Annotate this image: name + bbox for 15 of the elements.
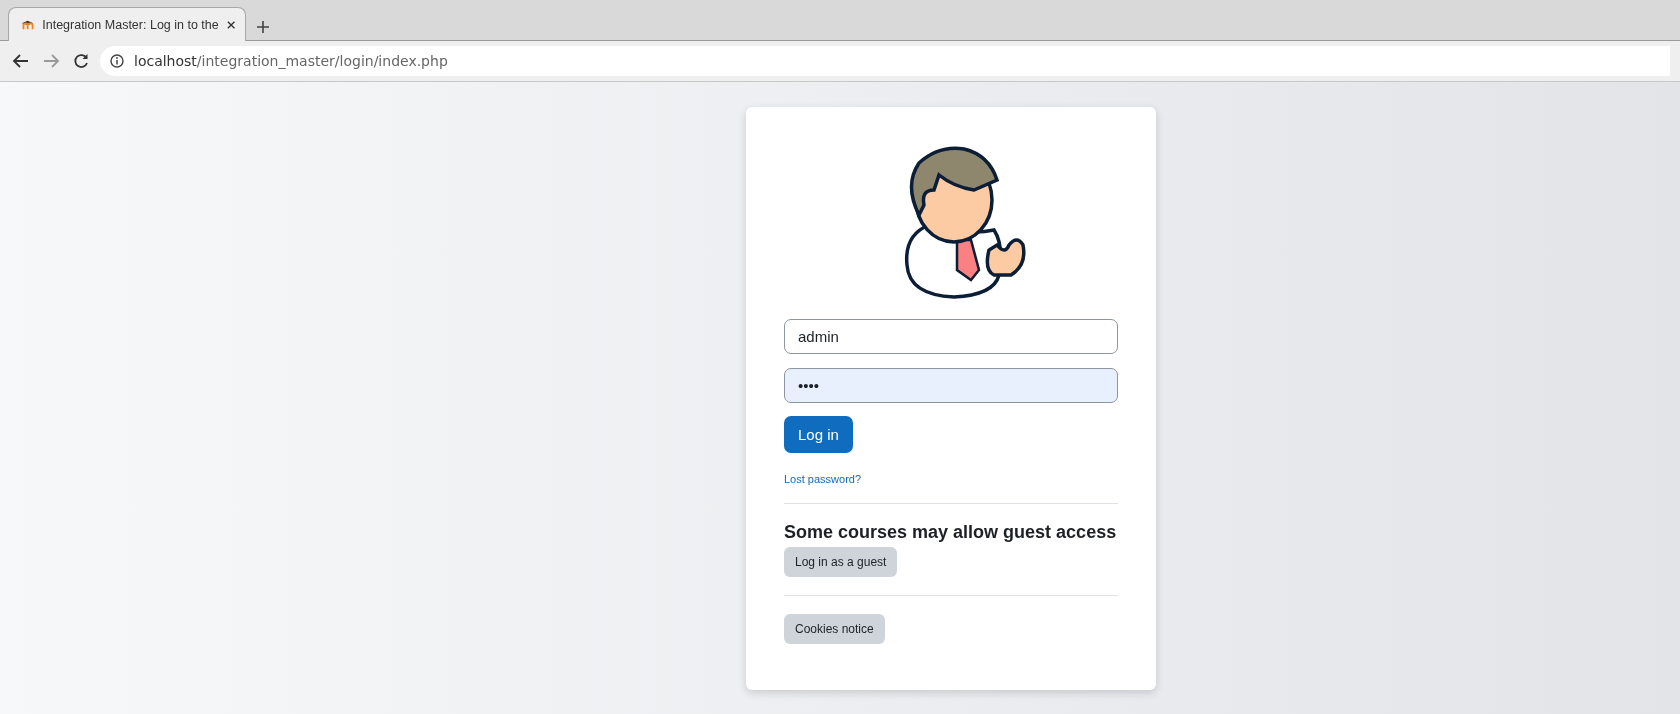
info-icon bbox=[110, 54, 124, 68]
tab-title: Integration Master: Log in to the bbox=[42, 17, 219, 32]
new-tab-button[interactable] bbox=[256, 20, 270, 34]
browser-tab[interactable]: Integration Master: Log in to the bbox=[8, 7, 246, 41]
close-icon[interactable] bbox=[226, 19, 235, 30]
guest-login-button[interactable]: Log in as a guest bbox=[784, 547, 898, 577]
lost-password-link[interactable]: Lost password? bbox=[784, 473, 862, 485]
mortarboard-logo-icon bbox=[21, 18, 35, 31]
username-field[interactable]: admin bbox=[784, 319, 1118, 354]
password-field[interactable]: •••• bbox=[784, 368, 1118, 403]
guest-access-heading: Some courses may allow guest access bbox=[784, 522, 1118, 543]
login-button[interactable]: Log in bbox=[784, 416, 853, 453]
address-bar[interactable]: localhost/integration_master/login/index.php bbox=[100, 46, 1670, 76]
cookies-notice-button[interactable]: Cookies notice bbox=[784, 614, 885, 644]
url-text: localhost/integration_master/login/index.php bbox=[134, 53, 448, 69]
